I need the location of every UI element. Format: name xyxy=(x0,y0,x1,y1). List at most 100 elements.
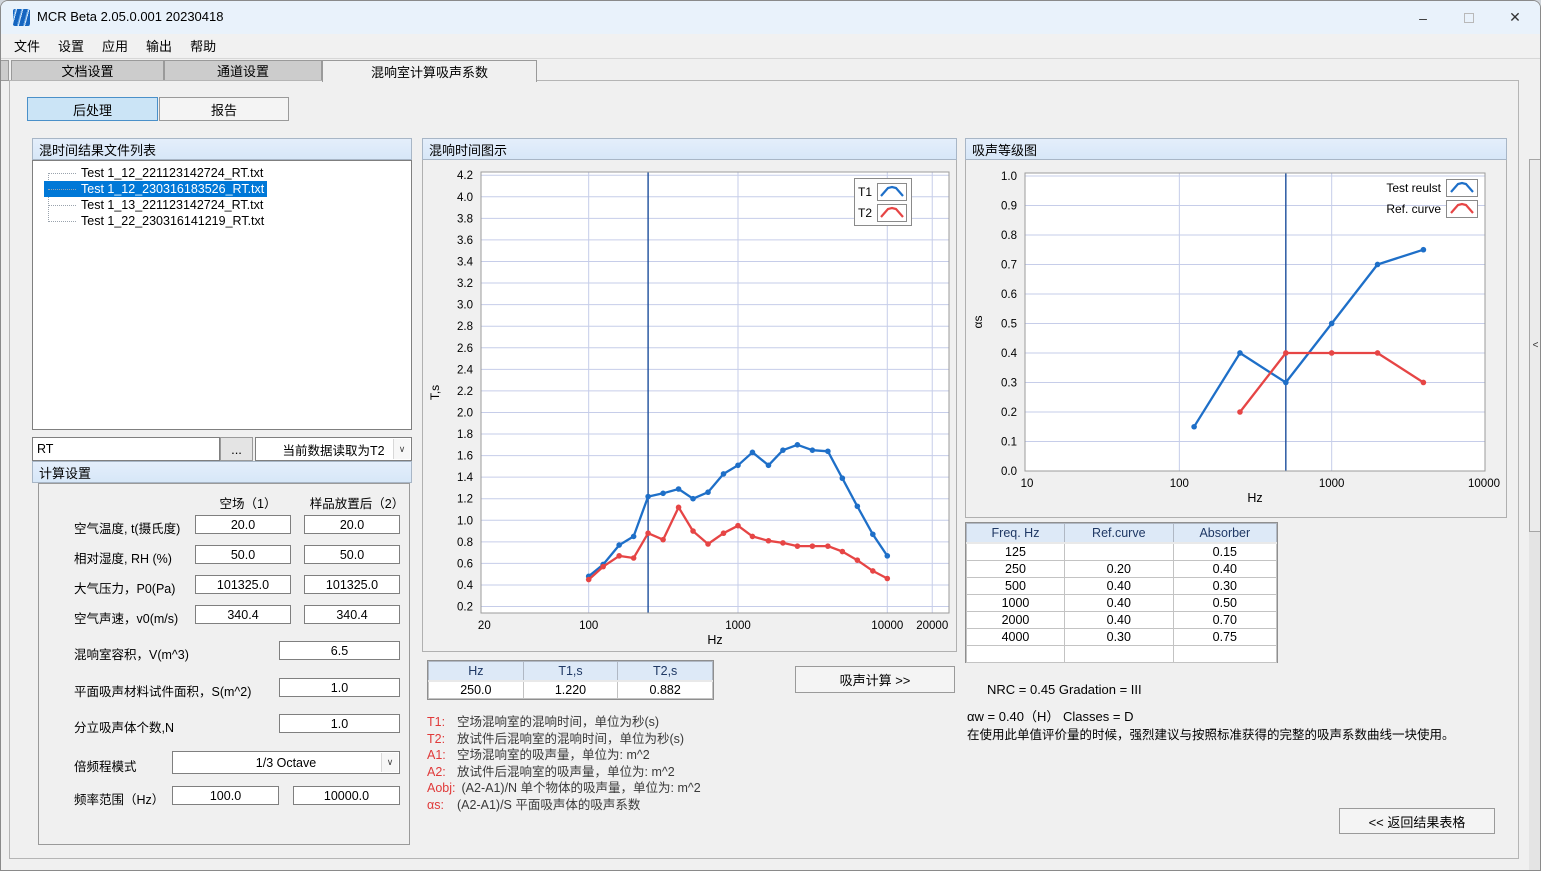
table-cell[interactable]: 0.20 xyxy=(1064,560,1173,577)
legend-entry-test-result: Test reulst xyxy=(1338,177,1478,198)
menu-item-1[interactable]: 设置 xyxy=(49,34,93,57)
table-cell[interactable]: 0.30 xyxy=(1064,628,1173,645)
pressure-field-1[interactable] xyxy=(195,575,291,594)
col1-header: 空场（1） xyxy=(200,493,296,512)
rt-file-list[interactable]: Test 1_12_221123142724_RT.txtTest 1_12_2… xyxy=(32,160,412,430)
table-cell[interactable]: 250.0 xyxy=(429,681,524,699)
absorption-calc-button[interactable]: 吸声计算 >> xyxy=(795,666,955,693)
table-cell[interactable] xyxy=(967,645,1065,662)
tab-1[interactable]: 通道设置 xyxy=(164,60,322,81)
table-cell[interactable]: 0.40 xyxy=(1064,577,1173,594)
subtab-report[interactable]: 报告 xyxy=(159,97,289,121)
tab-strip: 文档设置通道设置混响室计算吸声系数 xyxy=(1,58,1540,80)
octave-mode-select[interactable]: 1/3 Octave ∨ xyxy=(172,751,400,774)
table-cell[interactable]: 0.15 xyxy=(1173,543,1276,561)
rt-chart[interactable]: 0.20.40.60.81.01.21.41.61.82.02.22.42.62… xyxy=(423,160,956,650)
table-cell[interactable]: 2000 xyxy=(967,611,1065,628)
air-temp-field-1[interactable] xyxy=(195,515,291,534)
svg-text:100: 100 xyxy=(1170,478,1189,490)
table-cell[interactable]: 500 xyxy=(967,577,1065,594)
note-text: 空场混响室的吸声量，单位为: m^2 xyxy=(457,748,650,762)
sound-speed-field-1[interactable] xyxy=(195,605,291,624)
svg-text:0.2: 0.2 xyxy=(1001,407,1017,419)
table-cell[interactable]: 0.40 xyxy=(1064,594,1173,611)
note-line-0: T1:空场混响室的混响时间，单位为秒(s) xyxy=(427,711,701,728)
tab-2[interactable]: 混响室计算吸声系数 xyxy=(322,60,537,82)
table-cell[interactable]: 1.220 xyxy=(523,681,618,699)
freq-min-field[interactable] xyxy=(172,786,279,805)
table-cell[interactable]: 0.30 xyxy=(1173,577,1276,594)
subtab-post-process[interactable]: 后处理 xyxy=(27,97,158,121)
humidity-field-2[interactable] xyxy=(304,545,400,564)
file-list-item-2[interactable]: Test 1_13_221123142724_RT.txt xyxy=(33,197,411,213)
svg-text:0.5: 0.5 xyxy=(1001,318,1017,330)
menu-item-0[interactable]: 文件 xyxy=(5,34,49,57)
legend-label-ref-curve: Ref. curve xyxy=(1386,202,1441,216)
maximize-button[interactable] xyxy=(1446,1,1492,34)
table-cell[interactable] xyxy=(1064,645,1173,662)
grade-chart-container[interactable]: 0.00.10.20.30.40.50.60.70.80.91.01010010… xyxy=(965,160,1507,518)
legend-entry-t2: T2 xyxy=(859,202,907,223)
file-list-item-1[interactable]: Test 1_12_230316183526_RT.txt xyxy=(33,181,411,197)
freq-max-field[interactable] xyxy=(293,786,400,805)
chevron-down-icon[interactable]: ∨ xyxy=(393,439,410,459)
window-title: MCR Beta 2.05.0.001 20230418 xyxy=(37,9,223,24)
table-cell[interactable]: 1000 xyxy=(967,594,1065,611)
table-row: 250.01.2200.882 xyxy=(429,681,713,699)
close-button[interactable]: ✕ xyxy=(1492,1,1538,34)
chevron-down-icon[interactable]: ∨ xyxy=(381,753,398,772)
svg-text:0.8: 0.8 xyxy=(457,537,473,549)
column-header: Ref.curve xyxy=(1064,524,1173,543)
table-cell[interactable]: 4000 xyxy=(967,628,1065,645)
data-source-select[interactable]: 当前数据读取为T2 ∨ xyxy=(255,437,412,461)
grade-chart-legend: Test reulst Ref. curve xyxy=(1338,177,1478,219)
table-cell[interactable] xyxy=(1064,543,1173,561)
file-list-item-0[interactable]: Test 1_12_221123142724_RT.txt xyxy=(33,165,411,181)
svg-text:1.4: 1.4 xyxy=(457,472,474,484)
minimize-button[interactable]: – xyxy=(1400,1,1446,34)
svg-text:1000: 1000 xyxy=(1319,478,1345,490)
file-list-item-3[interactable]: Test 1_22_230316141219_RT.txt xyxy=(33,213,411,229)
collapse-panel-button[interactable]: < xyxy=(1529,159,1541,532)
main-content: 后处理 报告 混时间结果文件列表 Test 1_12_221123142724_… xyxy=(9,80,1519,859)
menu-item-4[interactable]: 帮助 xyxy=(181,34,225,57)
svg-text:3.0: 3.0 xyxy=(457,300,473,312)
note-line-1: T2:放试件后混响室的混响时间，单位为秒(s) xyxy=(427,728,701,745)
menu-item-3[interactable]: 输出 xyxy=(137,34,181,57)
svg-text:0.8: 0.8 xyxy=(1001,230,1017,242)
pressure-field-2[interactable] xyxy=(304,575,400,594)
sample-area-field[interactable] xyxy=(279,678,400,697)
table-cell[interactable]: 0.75 xyxy=(1173,628,1276,645)
table-cell[interactable]: 0.40 xyxy=(1064,611,1173,628)
sound-speed-field-2[interactable] xyxy=(304,605,400,624)
table-cell[interactable]: 125 xyxy=(967,543,1065,561)
room-volume-field[interactable] xyxy=(279,641,400,660)
tab-sliver xyxy=(1,60,9,81)
air-temp-field-2[interactable] xyxy=(304,515,400,534)
app-window: MCR Beta 2.05.0.001 20230418 – ✕ 文件设置应用输… xyxy=(0,0,1541,871)
svg-text:20000: 20000 xyxy=(916,620,948,632)
table-cell[interactable]: 0.50 xyxy=(1173,594,1276,611)
browse-button[interactable]: ... xyxy=(220,437,253,461)
table-cell[interactable]: 0.882 xyxy=(618,681,713,699)
rt-chart-container[interactable]: 0.20.40.60.81.01.21.41.61.82.02.22.42.62… xyxy=(422,160,957,652)
note-text: (A2-A1)/N 单个物体的吸声量，单位为: m^2 xyxy=(462,781,701,795)
table-cell[interactable]: 250 xyxy=(967,560,1065,577)
file-list-panel-header: 混时间结果文件列表 xyxy=(32,138,412,160)
tab-0[interactable]: 文档设置 xyxy=(11,60,164,81)
table-cell[interactable] xyxy=(1173,645,1276,662)
rt-name-input[interactable] xyxy=(32,437,220,461)
table-cell[interactable]: 0.70 xyxy=(1173,611,1276,628)
column-header: T1,s xyxy=(523,662,618,681)
humidity-label: 相对湿度, RH (%) xyxy=(74,548,172,567)
back-to-results-button[interactable]: << 返回结果表格 xyxy=(1339,808,1495,834)
humidity-field-1[interactable] xyxy=(195,545,291,564)
table-cell[interactable]: 0.40 xyxy=(1173,560,1276,577)
air-temp-label: 空气温度, t(摄氏度) xyxy=(74,518,180,537)
file-name: Test 1_12_230316183526_RT.txt xyxy=(44,181,267,197)
svg-text:T,s: T,s xyxy=(428,385,442,400)
note-line-2: A1:空场混响室的吸声量，单位为: m^2 xyxy=(427,744,701,761)
menu-item-2[interactable]: 应用 xyxy=(93,34,137,57)
svg-text:3.4: 3.4 xyxy=(457,256,474,268)
absorber-count-field[interactable] xyxy=(279,714,400,733)
